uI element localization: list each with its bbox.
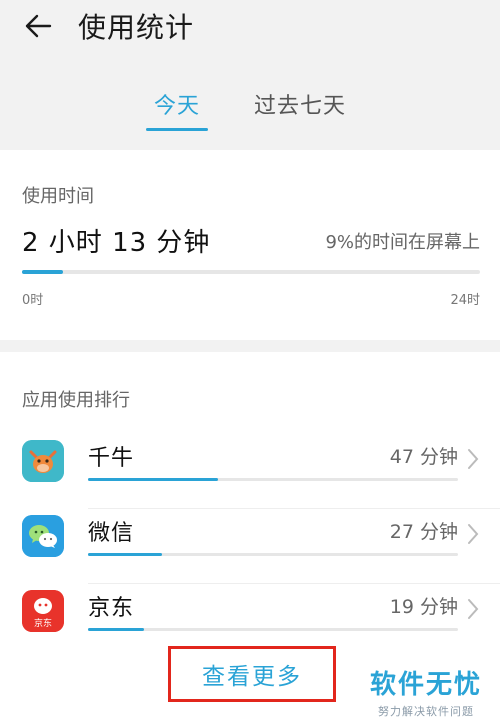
- ranking-section-label: 应用使用排行: [22, 390, 130, 411]
- qianniu-icon: [22, 440, 64, 482]
- page-title: 使用统计: [78, 11, 195, 44]
- chevron-right-icon: [468, 449, 479, 469]
- app-name: 千牛: [88, 446, 135, 471]
- usage-progress-track: [22, 270, 480, 274]
- header: 使用统计 今天 过去七天: [0, 0, 500, 150]
- watermark-logo: 软件无忧 努力解决软件问题: [370, 664, 482, 719]
- app-row-wechat[interactable]: 微信 27 分钟: [0, 509, 500, 584]
- arrow-left-icon: [25, 14, 52, 38]
- chevron-right-icon: [468, 524, 479, 544]
- tab-today[interactable]: 今天: [145, 88, 209, 131]
- usage-total-time: 2 小时 13 分钟: [22, 228, 211, 258]
- jd-icon-text: 京东: [34, 617, 52, 629]
- back-button[interactable]: [22, 10, 54, 42]
- watermark-main-text: 软件无忧: [369, 670, 482, 700]
- app-usage-bar-track: [88, 553, 458, 556]
- axis-start-label: 0时: [22, 293, 44, 308]
- app-name: 微信: [88, 521, 135, 546]
- app-usage-bar-fill: [88, 628, 144, 631]
- app-usage-bar-fill: [88, 478, 218, 481]
- app-name: 京东: [88, 596, 135, 621]
- usage-progress-fill: [22, 270, 64, 274]
- tab-past-seven-days[interactable]: 过去七天: [246, 88, 354, 130]
- app-row-qianniu[interactable]: 千牛 47 分钟: [0, 434, 500, 509]
- axis-end-label: 24时: [450, 293, 480, 308]
- usage-time-card: 使用时间 2 小时 13 分钟 9%的时间在屏幕上 0时 24时: [0, 150, 500, 340]
- chevron-right-icon: [468, 599, 479, 619]
- app-time: 19 分钟: [389, 596, 458, 618]
- watermark-sub-text: 努力解决软件问题: [377, 705, 474, 718]
- see-more-button[interactable]: 查看更多: [168, 646, 336, 702]
- app-time: 47 分钟: [389, 446, 458, 468]
- jd-icon: 京东: [22, 590, 64, 632]
- screen-time-percent: 9%的时间在屏幕上: [325, 232, 480, 253]
- usage-section-label: 使用时间: [22, 186, 94, 207]
- app-usage-bar-track: [88, 628, 458, 631]
- app-usage-bar-fill: [88, 553, 162, 556]
- wechat-icon: [22, 515, 64, 557]
- app-usage-bar-track: [88, 478, 458, 481]
- tab-bar: 今天 过去七天: [0, 88, 500, 131]
- app-time: 27 分钟: [389, 521, 458, 543]
